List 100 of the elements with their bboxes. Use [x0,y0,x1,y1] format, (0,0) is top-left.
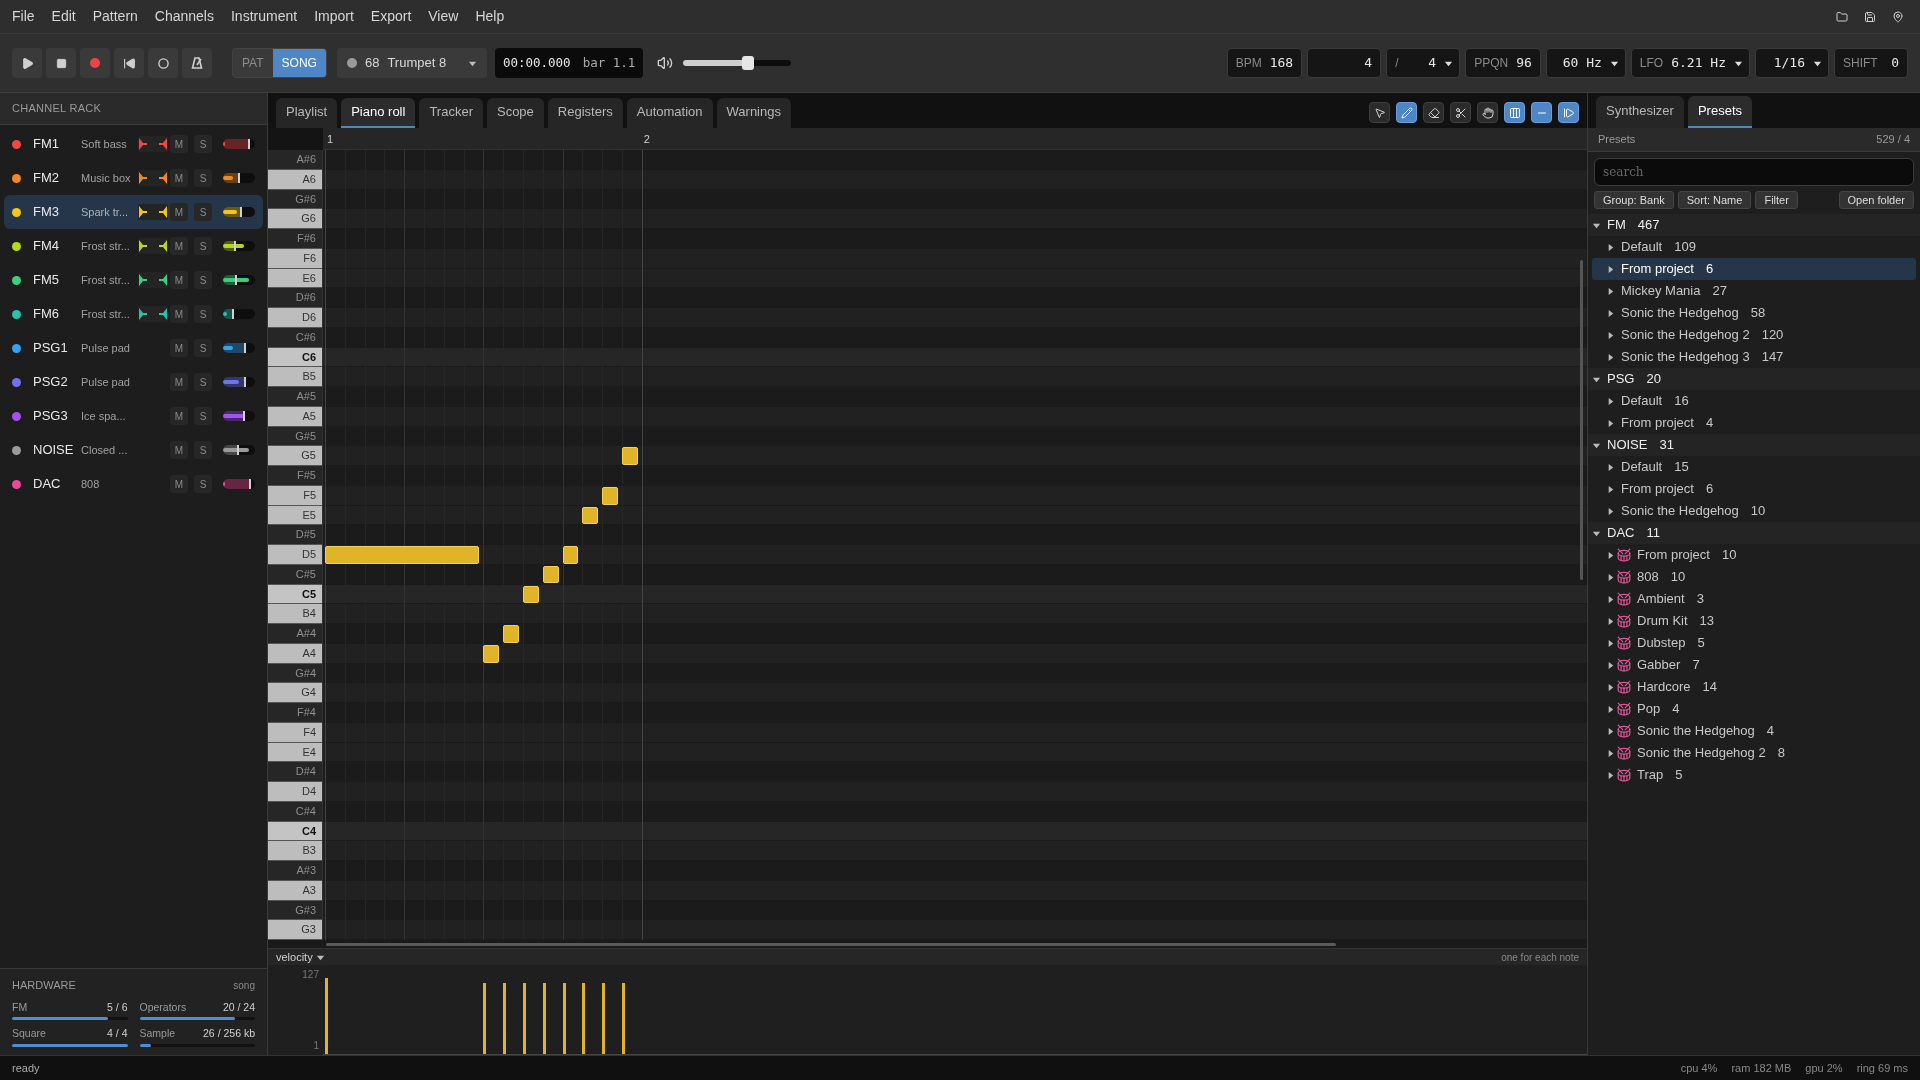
piano-key[interactable]: D6 [268,308,322,328]
tool-button[interactable] [1531,102,1552,123]
volume-thumb[interactable] [247,139,250,149]
menu-item[interactable]: File [12,6,35,27]
channel-row[interactable]: FM2 Music box M S [4,161,263,195]
volume-slider[interactable] [223,343,255,353]
piano-key[interactable]: C5 [268,584,322,605]
channel-row[interactable]: PSG1 Pulse pad M S [4,331,263,365]
piano-key[interactable]: G4 [268,683,322,703]
piano-key[interactable]: A4 [268,643,322,664]
vertical-scrollbar[interactable] [1580,260,1583,580]
editor-tab[interactable]: Automation [626,98,713,128]
tool-button[interactable] [1504,102,1525,123]
editor-tab[interactable]: Playlist [276,98,338,128]
piano-key[interactable]: G#5 [268,426,322,447]
volume-slider[interactable] [223,139,255,149]
pan-arrows-icon[interactable] [138,170,168,186]
preset-option-button[interactable]: Group: Bank [1594,191,1674,209]
volume-thumb[interactable] [249,479,252,489]
volume-thumb[interactable] [237,445,240,455]
tool-button[interactable] [1477,102,1498,123]
setting-field[interactable]: SHIFT 0 [1834,48,1908,78]
timeline-ruler[interactable]: 1 2 [323,128,1587,150]
open-folder-button[interactable]: Open folder [1838,191,1914,209]
mode-toggle[interactable]: SONG [272,49,326,77]
piano-key[interactable]: C#6 [268,327,322,348]
pin-icon[interactable] [1892,10,1904,23]
preset-bank-row[interactable]: From project 10 [1592,544,1916,566]
solo-button[interactable]: S [194,339,212,357]
menu-item[interactable]: Instrument [231,6,298,27]
menu-item[interactable]: Help [475,6,505,27]
piano-key[interactable]: F#5 [268,466,322,486]
solo-button[interactable]: S [194,135,212,153]
velocity-bar[interactable] [503,983,507,1054]
pan-arrows-icon[interactable] [138,136,168,152]
tool-button[interactable] [1423,102,1444,123]
piano-key[interactable]: F#4 [268,703,322,723]
mute-button[interactable]: M [170,203,188,221]
piano-key[interactable]: B3 [268,841,322,861]
stop-button[interactable] [46,48,76,78]
mute-button[interactable]: M [170,339,188,357]
velocity-bar[interactable] [483,983,487,1054]
preset-bank-row[interactable]: From project 4 [1592,412,1916,434]
volume-slider[interactable] [223,173,255,183]
play-button[interactable] [12,48,42,78]
piano-key[interactable]: A#4 [268,624,322,644]
setting-field[interactable]: BPM 168 [1226,48,1303,78]
mute-button[interactable]: M [170,441,188,459]
preset-bank-row[interactable]: Pop 4 [1592,698,1916,720]
piano-key[interactable]: G5 [268,446,322,466]
volume-slider[interactable] [223,445,255,455]
mute-button[interactable]: M [170,169,188,187]
solo-button[interactable]: S [194,271,212,289]
setting-field[interactable]: / 4 [1386,48,1461,78]
preset-bank-row[interactable]: From project 6 [1592,258,1916,280]
pan-arrows-icon[interactable] [138,204,168,220]
volume-slider[interactable] [223,411,255,421]
piano-key[interactable]: D5 [268,545,322,565]
rewind-button[interactable] [114,48,144,78]
preset-bank-row[interactable]: Gabber 7 [1592,654,1916,676]
channel-row[interactable]: PSG2 Pulse pad M S [4,365,263,399]
piano-key[interactable]: F#6 [268,229,322,249]
velocity-bar[interactable] [582,983,586,1054]
velocity-bar[interactable] [602,983,606,1054]
solo-button[interactable]: S [194,237,212,255]
menu-item[interactable]: Channels [154,6,214,27]
setting-field[interactable]: 60 Hz [1545,48,1626,78]
save-icon[interactable] [1864,10,1876,23]
preset-bank-row[interactable]: Default 16 [1592,390,1916,412]
piano-key[interactable]: G#6 [268,189,322,210]
piano-key[interactable]: A#6 [268,150,322,170]
piano-key[interactable]: A6 [268,169,322,190]
solo-button[interactable]: S [194,169,212,187]
metronome-button[interactable] [182,48,212,78]
setting-field[interactable]: PPQN 96 [1465,48,1541,78]
piano-key[interactable]: F4 [268,722,322,743]
piano-key[interactable]: D4 [268,782,322,802]
piano-key[interactable]: C6 [268,347,322,368]
volume-thumb[interactable] [239,207,242,217]
tool-button[interactable] [1396,102,1417,123]
piano-key[interactable]: A5 [268,406,322,427]
solo-button[interactable]: S [194,305,212,323]
setting-field[interactable]: 1/16 [1755,48,1829,78]
preset-bank-row[interactable]: Mickey Mania 27 [1592,280,1916,302]
pan-arrows-icon[interactable] [138,272,168,288]
channel-row[interactable]: FM5 Frost str... M S [4,263,263,297]
piano-key[interactable]: E6 [268,268,322,289]
setting-field[interactable]: LFO 6.21 Hz [1630,48,1750,78]
piano-key[interactable]: E4 [268,742,322,763]
mute-button[interactable]: M [170,237,188,255]
volume-slider[interactable] [223,309,255,319]
tool-button[interactable] [1450,102,1471,123]
pan-arrows-icon[interactable] [138,306,168,322]
piano-key[interactable]: B4 [268,604,322,624]
channel-row[interactable]: NOISE Closed ... M S [4,433,263,467]
volume-thumb[interactable] [242,411,245,421]
volume-thumb[interactable] [234,275,237,285]
editor-tab[interactable]: Scope [486,98,544,128]
volume-slider[interactable] [223,207,255,217]
channel-row[interactable]: FM1 Soft bass M S [4,127,263,161]
